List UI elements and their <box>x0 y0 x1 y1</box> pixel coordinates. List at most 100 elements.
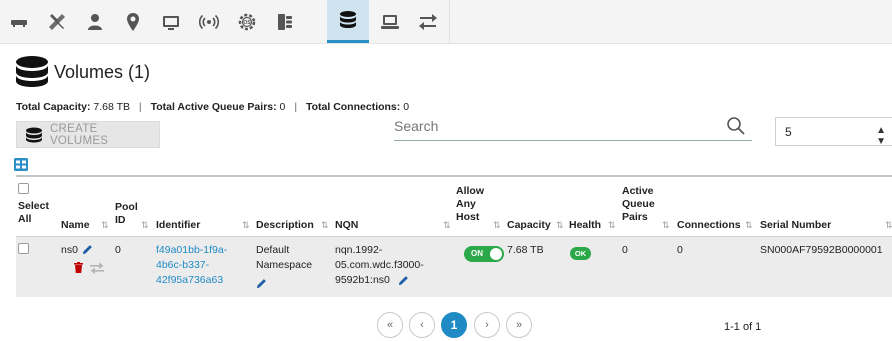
server-icon <box>278 13 292 30</box>
create-volumes-button[interactable]: CREATE VOLUMES <box>16 121 160 148</box>
total-connections-value: 0 <box>403 101 410 113</box>
last-page-button[interactable]: » <box>506 312 532 338</box>
header-allow-any-host[interactable]: Allow Any Host <box>456 185 492 224</box>
volumes-database-icon <box>16 56 48 87</box>
current-page-button[interactable]: 1 <box>441 312 467 338</box>
row-active-queue-pairs: 0 <box>622 244 628 256</box>
identifier-line: 42f95a736a63 <box>156 274 224 286</box>
header-nqn[interactable]: NQN <box>335 219 358 232</box>
toggle-on-label: ON <box>471 249 483 258</box>
edit-description-pencil-icon[interactable] <box>256 278 267 289</box>
header-name[interactable]: Name <box>61 219 90 232</box>
tab-network-card[interactable] <box>0 0 38 43</box>
laptop-icon <box>381 14 399 29</box>
tab-location[interactable] <box>114 0 152 43</box>
delete-trash-icon[interactable] <box>74 262 83 273</box>
select-all-checkbox[interactable] <box>18 183 29 194</box>
sort-serial-number-icon[interactable]: ⇅ <box>885 220 892 231</box>
description-line: Default <box>256 244 290 256</box>
search-icon[interactable] <box>726 116 746 136</box>
toolbar-divider <box>449 0 450 43</box>
database-icon <box>340 11 356 28</box>
page-size-value: 5 <box>785 124 792 139</box>
transfer-arrows-icon <box>419 13 437 30</box>
nqn-line: 05.com.wdc.f3000- <box>335 259 424 271</box>
svg-text:OS: OS <box>243 20 251 26</box>
tab-transfer[interactable] <box>409 0 447 43</box>
header-select-all: Select All <box>18 200 49 225</box>
header-pool-id[interactable]: Pool ID <box>115 201 141 227</box>
search-input[interactable] <box>394 113 714 139</box>
volume-stats: Total Capacity: 7.68 TB | Total Active Q… <box>16 101 409 113</box>
row-name: ns0 <box>61 244 78 256</box>
identifier-line: f49a01bb-1f9a- <box>156 244 228 256</box>
create-volumes-label: CREATE VOLUMES <box>49 122 109 147</box>
total-capacity-value: 7.68 TB <box>93 101 130 113</box>
tab-user[interactable] <box>76 0 114 43</box>
header-description[interactable]: Description <box>256 219 314 232</box>
tab-volumes[interactable] <box>327 0 369 43</box>
header-serial-number[interactable]: Serial Number <box>760 219 831 232</box>
total-capacity-label: Total Capacity: <box>16 101 91 113</box>
os-gear-icon: OS <box>238 13 256 30</box>
nqn-line: 9592b1:ns0 <box>335 274 390 286</box>
page-range-label: 1-1 of 1 <box>724 321 762 333</box>
sort-name-icon[interactable]: ⇅ <box>101 220 109 231</box>
row-description: Default Namespace <box>256 243 326 273</box>
sort-pool-id-icon[interactable]: ⇅ <box>141 220 149 231</box>
edit-name-pencil-icon[interactable] <box>82 244 93 255</box>
nqn-line: nqn.1992- <box>335 244 383 256</box>
total-connections-label: Total Connections: <box>305 101 401 113</box>
row-identifier-link[interactable]: f49a01bb-1f9a- 4b6c-b337- 42f95a736a63 <box>156 243 246 288</box>
database-icon <box>25 127 42 142</box>
sort-connections-icon[interactable]: ⇅ <box>745 220 753 231</box>
tools-icon <box>49 13 65 30</box>
user-icon <box>88 13 102 30</box>
identifier-line: 4b6c-b337- <box>156 259 210 271</box>
header-active-queue-pairs[interactable]: Active Queue Pairs <box>622 185 662 224</box>
toggle-knob <box>490 248 502 260</box>
header-connections[interactable]: Connections <box>677 219 741 232</box>
row-pool-id: 0 <box>115 244 121 256</box>
tab-laptop[interactable] <box>371 0 409 43</box>
network-card-icon <box>11 19 27 27</box>
top-toolbar: OS <box>0 0 892 44</box>
row-connections: 0 <box>677 244 683 256</box>
tab-monitor[interactable] <box>152 0 190 43</box>
row-capacity: 7.68 TB <box>507 244 544 256</box>
row-select-checkbox[interactable] <box>18 243 29 254</box>
monitor-icon <box>163 15 179 30</box>
sort-health-icon[interactable]: ⇅ <box>608 220 616 231</box>
sort-nqn-icon[interactable]: ⇅ <box>443 220 451 231</box>
description-line: Namespace <box>256 259 313 271</box>
tab-os-settings[interactable]: OS <box>228 0 266 43</box>
search-bar <box>394 113 752 141</box>
tab-wireless[interactable] <box>190 0 228 43</box>
tab-server[interactable] <box>266 0 304 43</box>
header-identifier[interactable]: Identifier <box>156 219 200 232</box>
total-queue-pairs-value: 0 <box>279 101 286 113</box>
row-serial-number: SN000AF79592B0000001 <box>760 244 883 256</box>
edit-nqn-pencil-icon[interactable] <box>398 275 409 286</box>
header-health[interactable]: Health <box>569 219 601 232</box>
previous-page-button[interactable]: ‹ <box>409 312 435 338</box>
column-grid-icon[interactable] <box>14 158 28 171</box>
allow-any-host-toggle[interactable]: ON <box>464 246 504 262</box>
tab-tools[interactable] <box>38 0 76 43</box>
sort-capacity-icon[interactable]: ⇅ <box>556 220 564 231</box>
total-queue-pairs-label: Total Active Queue Pairs: <box>150 101 277 113</box>
sort-allow-any-host-icon[interactable]: ⇅ <box>493 220 501 231</box>
page-size-select[interactable]: 5 ▲ ▼ <box>775 117 892 147</box>
next-page-button[interactable]: › <box>474 312 500 338</box>
sort-identifier-icon[interactable]: ⇅ <box>242 220 250 231</box>
table-top-border <box>16 175 892 177</box>
page-title: Volumes (1) <box>54 62 151 82</box>
sort-description-icon[interactable]: ⇅ <box>321 220 329 231</box>
sort-active-queue-pairs-icon[interactable]: ⇅ <box>662 220 670 231</box>
health-ok-badge: OK <box>570 247 591 260</box>
select-caret-icon: ▲ ▼ <box>876 125 886 147</box>
stats-separator: | <box>138 101 142 113</box>
first-page-button[interactable]: « <box>377 312 403 338</box>
transfer-arrows-icon[interactable] <box>89 262 105 274</box>
header-capacity[interactable]: Capacity <box>507 219 551 232</box>
